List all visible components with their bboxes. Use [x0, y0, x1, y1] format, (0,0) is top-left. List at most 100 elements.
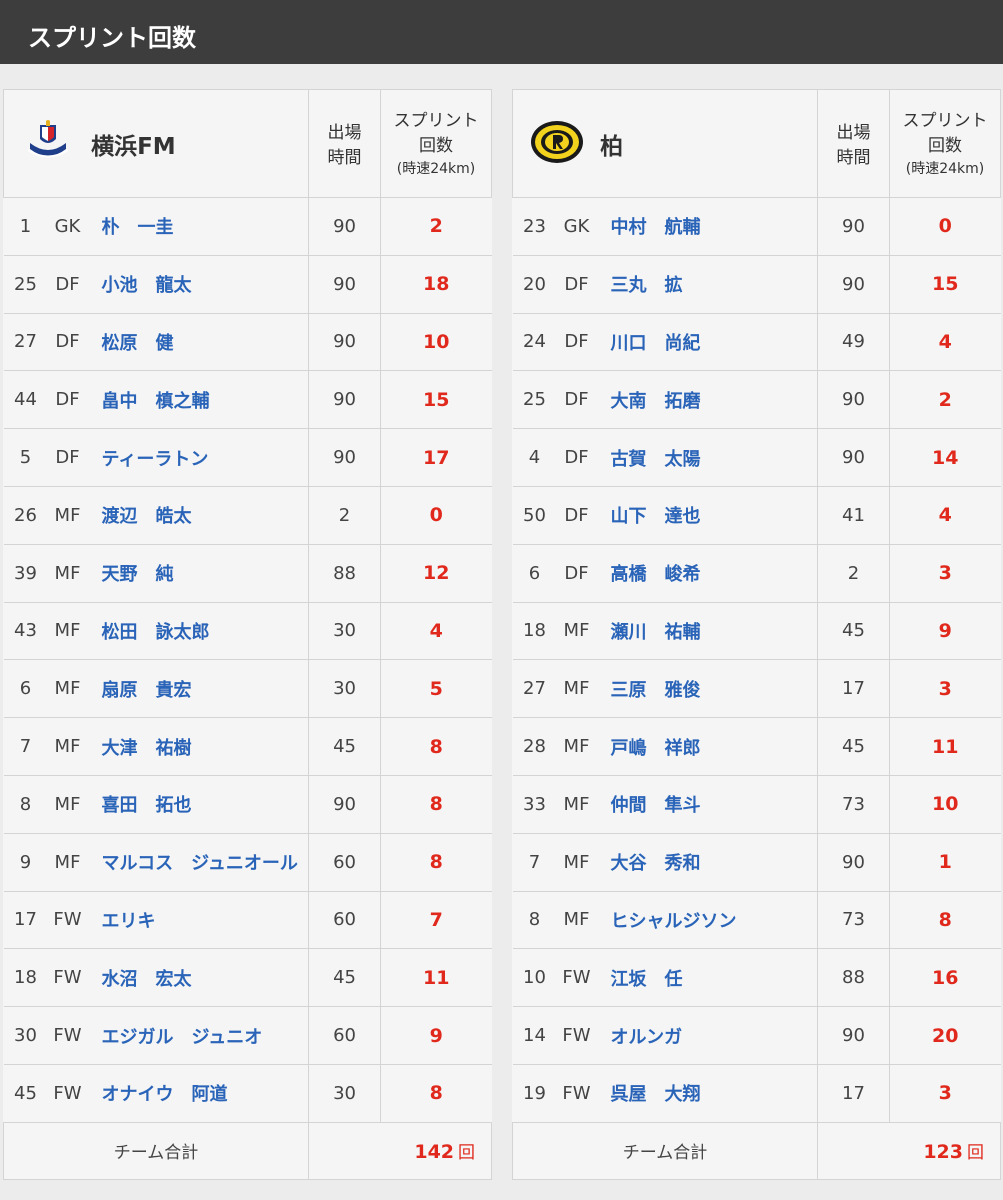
- player-name-link[interactable]: 三原 雅俊: [596, 659, 818, 719]
- player-sprint-count: 2: [889, 370, 1001, 430]
- player-sprint-count: 15: [380, 370, 492, 430]
- player-sprint-count: 14: [889, 428, 1001, 487]
- player-sprint-count: 8: [380, 717, 492, 776]
- player-name-link[interactable]: 大南 拓磨: [596, 370, 818, 430]
- player-name-link[interactable]: 三丸 拡: [596, 254, 818, 314]
- player-position: MF: [47, 601, 88, 661]
- player-rows: 23 GK 中村 航輔 90 0 20 DF 三丸 拡 90 15 24 DF 川口 尚紀 49 4 25 DF…: [512, 197, 1001, 1123]
- player-position: MF: [556, 717, 597, 776]
- player-number: 33: [512, 774, 557, 834]
- team-table-yokohama: 横浜FM 出場 時間 スプリント 回数 (時速24km) 1 GK 朴 一圭 90 2 2…: [2, 89, 493, 1180]
- player-name-link[interactable]: 大津 祐樹: [87, 717, 309, 776]
- player-minutes: 90: [308, 254, 381, 314]
- player-name-link[interactable]: 喜田 拓也: [87, 774, 309, 834]
- player-name-link[interactable]: 仲間 隼斗: [596, 774, 818, 834]
- player-position: DF: [556, 254, 597, 314]
- player-row: 8 MF 喜田 拓也 90 8: [3, 774, 492, 834]
- player-minutes: 73: [817, 890, 890, 950]
- player-row: 7 MF 大津 祐樹 45 8: [3, 717, 492, 776]
- team-header: 横浜FM: [2, 89, 310, 198]
- player-minutes: 17: [817, 1063, 890, 1123]
- player-number: 43: [3, 601, 48, 661]
- player-name-link[interactable]: エジガル ジュニオ: [87, 1006, 309, 1065]
- player-position: FW: [47, 1063, 88, 1123]
- player-name-link[interactable]: 水沼 宏太: [87, 948, 309, 1008]
- player-minutes: 90: [817, 254, 890, 314]
- team-name: 柏: [600, 133, 624, 160]
- player-row: 26 MF 渡辺 皓太 2 0: [3, 485, 492, 545]
- player-minutes: 60: [308, 832, 381, 892]
- team-total-label: チーム合計: [512, 1121, 818, 1180]
- minutes-column-header: 出場 時間: [817, 89, 890, 198]
- player-row: 24 DF 川口 尚紀 49 4: [512, 312, 1001, 372]
- player-name-link[interactable]: 川口 尚紀: [596, 312, 818, 372]
- player-position: DF: [556, 428, 597, 487]
- player-number: 45: [3, 1063, 48, 1123]
- player-name-link[interactable]: 江坂 任: [596, 948, 818, 1008]
- player-name-link[interactable]: 大谷 秀和: [596, 832, 818, 892]
- player-number: 28: [512, 717, 557, 776]
- player-name-link[interactable]: オナイウ 阿道: [87, 1063, 309, 1123]
- team-header: 柏: [512, 89, 818, 198]
- player-name-link[interactable]: ヒシャルジソン: [596, 890, 818, 950]
- player-name-link[interactable]: 山下 達也: [596, 485, 818, 545]
- player-name-link[interactable]: 中村 航輔: [596, 197, 818, 256]
- player-row: 39 MF 天野 純 88 12: [3, 543, 492, 603]
- player-sprint-count: 8: [380, 832, 492, 892]
- table-header-row: 横浜FM 出場 時間 スプリント 回数 (時速24km): [2, 89, 493, 198]
- player-number: 44: [3, 370, 48, 430]
- player-sprint-count: 4: [889, 485, 1001, 545]
- player-name-link[interactable]: オルンガ: [596, 1006, 818, 1065]
- player-minutes: 90: [817, 428, 890, 487]
- player-name-link[interactable]: 扇原 貴宏: [87, 659, 309, 719]
- player-minutes: 30: [308, 1063, 381, 1123]
- player-minutes: 90: [817, 832, 890, 892]
- player-position: GK: [47, 197, 88, 256]
- player-sprint-count: 1: [889, 832, 1001, 892]
- player-number: 20: [512, 254, 557, 314]
- player-position: MF: [47, 717, 88, 776]
- player-minutes: 30: [308, 601, 381, 661]
- team-table-kashiwa: 柏 出場 時間 スプリント 回数 (時速24km) 23 GK 中村 航輔 90 0 20…: [512, 89, 1001, 1180]
- player-sprint-count: 3: [889, 1063, 1001, 1123]
- team-total-value: 142 回: [308, 1121, 493, 1180]
- player-minutes: 17: [817, 659, 890, 719]
- player-name-link[interactable]: 小池 龍太: [87, 254, 309, 314]
- player-sprint-count: 17: [380, 428, 492, 487]
- player-sprint-count: 0: [380, 485, 492, 545]
- player-name-link[interactable]: 松田 詠太郎: [87, 601, 309, 661]
- player-name-link[interactable]: 畠中 槙之輔: [87, 370, 309, 430]
- player-name-link[interactable]: ティーラトン: [87, 428, 309, 487]
- player-minutes: 45: [308, 948, 381, 1008]
- player-position: DF: [556, 543, 597, 603]
- player-number: 8: [3, 774, 48, 834]
- player-name-link[interactable]: 朴 一圭: [87, 197, 309, 256]
- player-name-link[interactable]: 戸嶋 祥郎: [596, 717, 818, 776]
- player-sprint-count: 16: [889, 948, 1001, 1008]
- player-number: 19: [512, 1063, 557, 1123]
- player-number: 25: [3, 254, 48, 314]
- player-name-link[interactable]: 呉屋 大翔: [596, 1063, 818, 1123]
- player-position: FW: [556, 948, 597, 1008]
- player-position: GK: [556, 197, 597, 256]
- player-name-link[interactable]: 高橋 峻希: [596, 543, 818, 603]
- minutes-column-header: 出場 時間: [308, 89, 382, 198]
- player-name-link[interactable]: 天野 純: [87, 543, 309, 603]
- player-name-link[interactable]: 瀬川 祐輔: [596, 601, 818, 661]
- player-name-link[interactable]: マルコス ジュニオール: [87, 832, 309, 892]
- player-name-link[interactable]: エリキ: [87, 890, 309, 950]
- player-row: 1 GK 朴 一圭 90 2: [3, 197, 492, 256]
- player-name-link[interactable]: 渡辺 皓太: [87, 485, 309, 545]
- player-row: 33 MF 仲間 隼斗 73 10: [512, 774, 1001, 834]
- player-minutes: 73: [817, 774, 890, 834]
- player-minutes: 90: [817, 197, 890, 256]
- player-sprint-count: 4: [380, 601, 492, 661]
- player-minutes: 30: [308, 659, 381, 719]
- player-row: 30 FW エジガル ジュニオ 60 9: [3, 1006, 492, 1065]
- player-number: 10: [512, 948, 557, 1008]
- team-total-value: 123 回: [817, 1121, 1001, 1180]
- player-position: MF: [556, 601, 597, 661]
- player-name-link[interactable]: 古賀 太陽: [596, 428, 818, 487]
- player-name-link[interactable]: 松原 健: [87, 312, 309, 372]
- player-sprint-count: 20: [889, 1006, 1001, 1065]
